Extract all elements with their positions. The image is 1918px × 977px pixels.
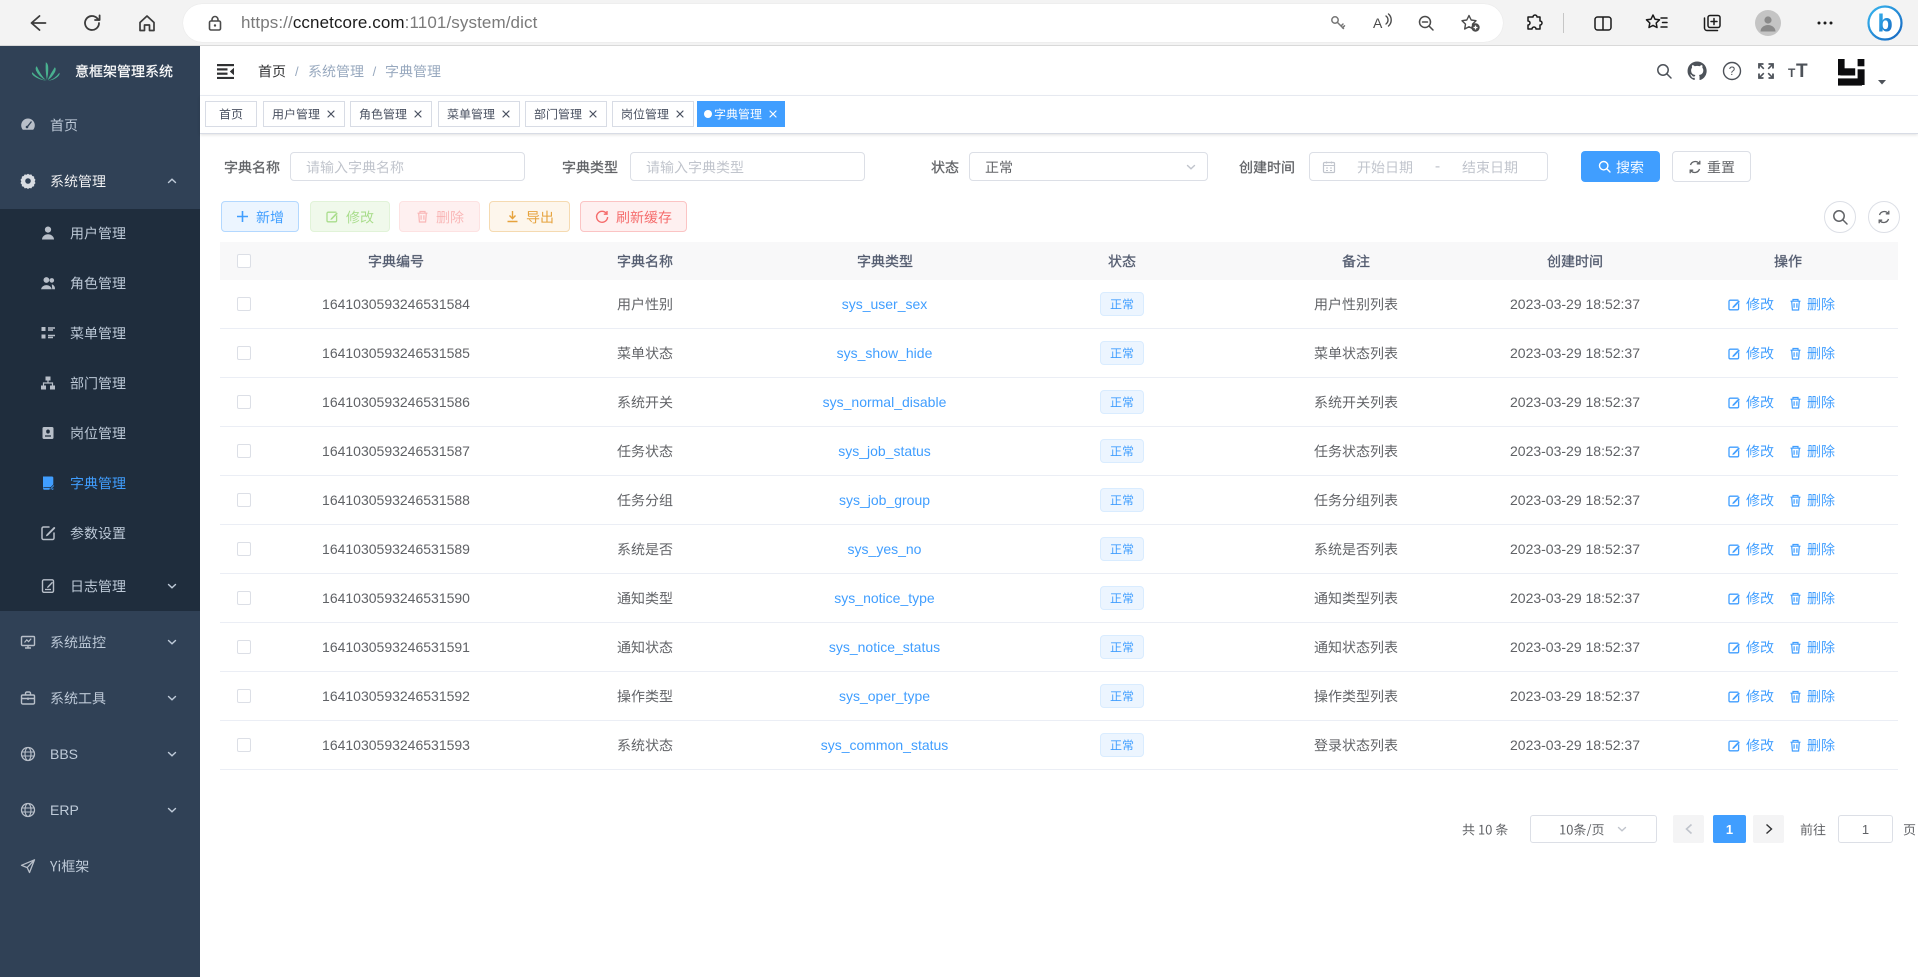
svg-text:T: T <box>1788 66 1796 80</box>
svg-text:T: T <box>1796 61 1808 82</box>
svg-text:b: b <box>1878 10 1893 38</box>
svg-text:?: ? <box>1729 66 1735 78</box>
svg-text:A: A <box>1373 15 1383 31</box>
